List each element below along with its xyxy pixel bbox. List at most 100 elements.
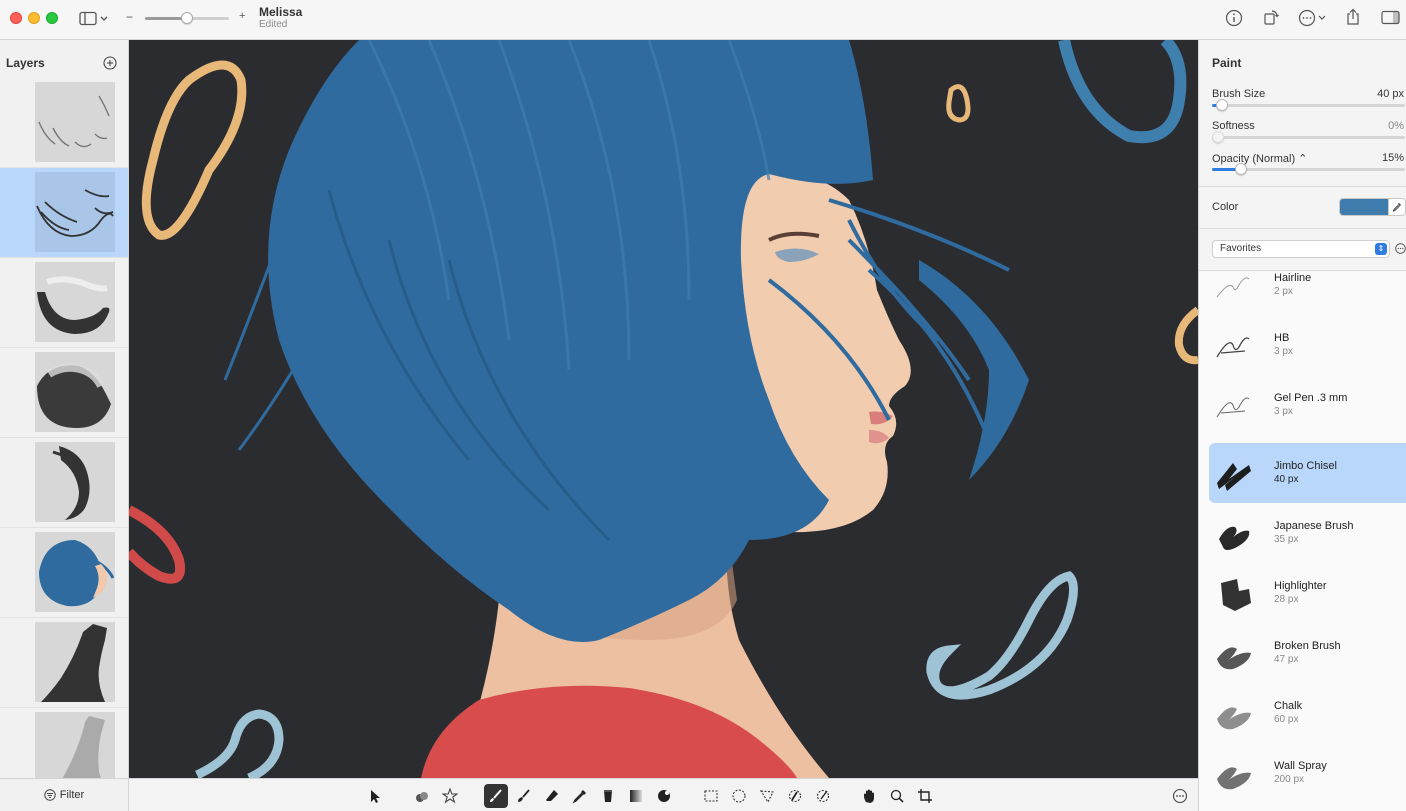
divider xyxy=(1199,186,1406,187)
color-picker-tool[interactable] xyxy=(568,784,592,808)
pan-tool[interactable] xyxy=(857,784,881,808)
layers-title: Layers xyxy=(6,56,45,70)
color-swatch[interactable] xyxy=(1340,199,1388,215)
magnifier-icon xyxy=(890,789,904,803)
document-status: Edited xyxy=(259,19,288,30)
blur-circle-icon xyxy=(658,790,670,802)
brush-item[interactable]: Broken Brush 47 px xyxy=(1209,623,1406,683)
layer-row[interactable] xyxy=(0,528,128,618)
layer-row[interactable] xyxy=(0,708,128,778)
brush-name: Highlighter xyxy=(1274,580,1327,592)
brush-size: 3 px xyxy=(1274,406,1293,417)
layer-thumbnail xyxy=(35,712,115,778)
brush-size-value[interactable]: 40 px xyxy=(1377,88,1404,100)
drawing-canvas[interactable] xyxy=(129,40,1198,778)
add-layer-button[interactable] xyxy=(103,56,117,70)
eyedropper-button[interactable] xyxy=(1387,199,1405,215)
eraser-tool[interactable] xyxy=(540,784,564,808)
softness-slider[interactable] xyxy=(1212,131,1405,143)
zoom-slider[interactable] xyxy=(145,12,229,24)
layers-panel: Layers Filter xyxy=(0,40,129,811)
brush-select-tool[interactable] xyxy=(811,784,835,808)
brush-select-icon xyxy=(816,789,830,803)
effects-tool[interactable] xyxy=(438,784,462,808)
ellipse-select-tool[interactable] xyxy=(727,784,751,808)
lasso-select-tool[interactable] xyxy=(755,784,779,808)
brush-item[interactable]: Jimbo Chisel 40 px xyxy=(1209,443,1406,503)
crop-tool[interactable] xyxy=(913,784,937,808)
share-button[interactable] xyxy=(1343,7,1363,27)
layer-row[interactable] xyxy=(0,168,128,258)
blur-tool[interactable] xyxy=(652,784,676,808)
rectangle-select-tool[interactable] xyxy=(699,784,723,808)
toolbar-more-button[interactable] xyxy=(1168,784,1192,808)
inspector-toggle-button[interactable] xyxy=(1380,8,1402,28)
brush-item[interactable]: Hairline 2 px xyxy=(1209,271,1406,315)
brush-size: 28 px xyxy=(1274,594,1299,605)
paint-brush-tool[interactable] xyxy=(484,784,508,808)
brush-stroke-preview xyxy=(1216,337,1250,358)
shapes-tool[interactable] xyxy=(410,784,434,808)
layer-row[interactable] xyxy=(0,258,128,348)
star-sparkle-icon xyxy=(442,788,458,804)
window-close-button[interactable] xyxy=(10,12,22,24)
brush-item[interactable]: HB 3 px xyxy=(1209,315,1406,375)
more-options-button[interactable] xyxy=(1297,8,1329,28)
brush-set-select[interactable]: Favorites ⇕ xyxy=(1212,240,1390,258)
rotate-canvas-button[interactable] xyxy=(1261,7,1281,27)
zoom-out-button[interactable]: − xyxy=(126,10,133,24)
brush-item[interactable]: Highlighter 28 px xyxy=(1209,563,1406,623)
brush-stroke-preview xyxy=(1219,526,1250,550)
brush-stroke-preview xyxy=(1217,767,1251,790)
rotate-icon xyxy=(1264,10,1279,25)
ellipsis-circle-icon xyxy=(1395,243,1406,254)
layer-thumbnail xyxy=(35,352,115,432)
brush-name: HB xyxy=(1274,332,1290,344)
layer-row[interactable] xyxy=(0,78,128,168)
eyedropper-icon xyxy=(1392,203,1401,212)
zoom-slider-knob[interactable] xyxy=(181,12,193,24)
window-zoom-button[interactable] xyxy=(46,12,58,24)
magic-wand-select-tool[interactable] xyxy=(783,784,807,808)
brush-item[interactable]: Gel Pen .3 mm 3 px xyxy=(1209,375,1406,435)
paint-brush-icon xyxy=(490,789,502,802)
layer-filter-button[interactable]: Filter xyxy=(0,778,128,811)
layer-row[interactable] xyxy=(0,348,128,438)
layer-list xyxy=(0,78,128,778)
layer-thumbnail xyxy=(35,532,115,612)
brush-item[interactable]: Chalk 60 px xyxy=(1209,683,1406,743)
brush-item[interactable]: Wall Spray 200 px xyxy=(1209,743,1406,803)
opacity-slider-knob[interactable] xyxy=(1234,163,1247,175)
tool-bar xyxy=(129,778,1198,811)
zoom-tool[interactable] xyxy=(885,784,909,808)
layer-row[interactable] xyxy=(0,438,128,528)
softness-slider-knob[interactable] xyxy=(1212,131,1224,143)
opacity-slider[interactable] xyxy=(1212,163,1405,175)
info-button[interactable] xyxy=(1224,8,1244,28)
eraser-icon xyxy=(546,790,558,801)
brush-stroke-preview xyxy=(1217,647,1251,670)
softness-value[interactable]: 0% xyxy=(1388,120,1404,132)
opacity-label[interactable]: Opacity (Normal) ⌃ xyxy=(1212,152,1307,165)
sidebar-toggle-button[interactable] xyxy=(78,9,110,29)
brush-name: Chalk xyxy=(1274,700,1303,712)
layers-header: Layers xyxy=(0,40,128,80)
brush-size-slider-knob[interactable] xyxy=(1215,99,1228,111)
layer-row[interactable] xyxy=(0,618,128,708)
smudge-tool[interactable] xyxy=(512,784,536,808)
brush-stroke-preview xyxy=(1217,707,1251,730)
zoom-in-button[interactable]: + xyxy=(239,10,245,22)
select-tool[interactable] xyxy=(363,784,387,808)
brush-item[interactable]: Japanese Brush 35 px xyxy=(1209,503,1406,563)
window-minimize-button[interactable] xyxy=(28,12,40,24)
fill-tool[interactable] xyxy=(596,784,620,808)
artwork-illustration xyxy=(129,40,1198,778)
brush-stroke-preview xyxy=(1216,277,1250,298)
color-well[interactable] xyxy=(1339,198,1406,216)
opacity-value[interactable]: 15% xyxy=(1382,152,1404,164)
document-title: Melissa xyxy=(259,5,303,19)
brush-size-slider[interactable] xyxy=(1212,99,1405,111)
gradient-tool[interactable] xyxy=(624,784,648,808)
brush-set-selected: Favorites xyxy=(1220,243,1262,254)
brush-set-more-button[interactable] xyxy=(1395,243,1406,257)
